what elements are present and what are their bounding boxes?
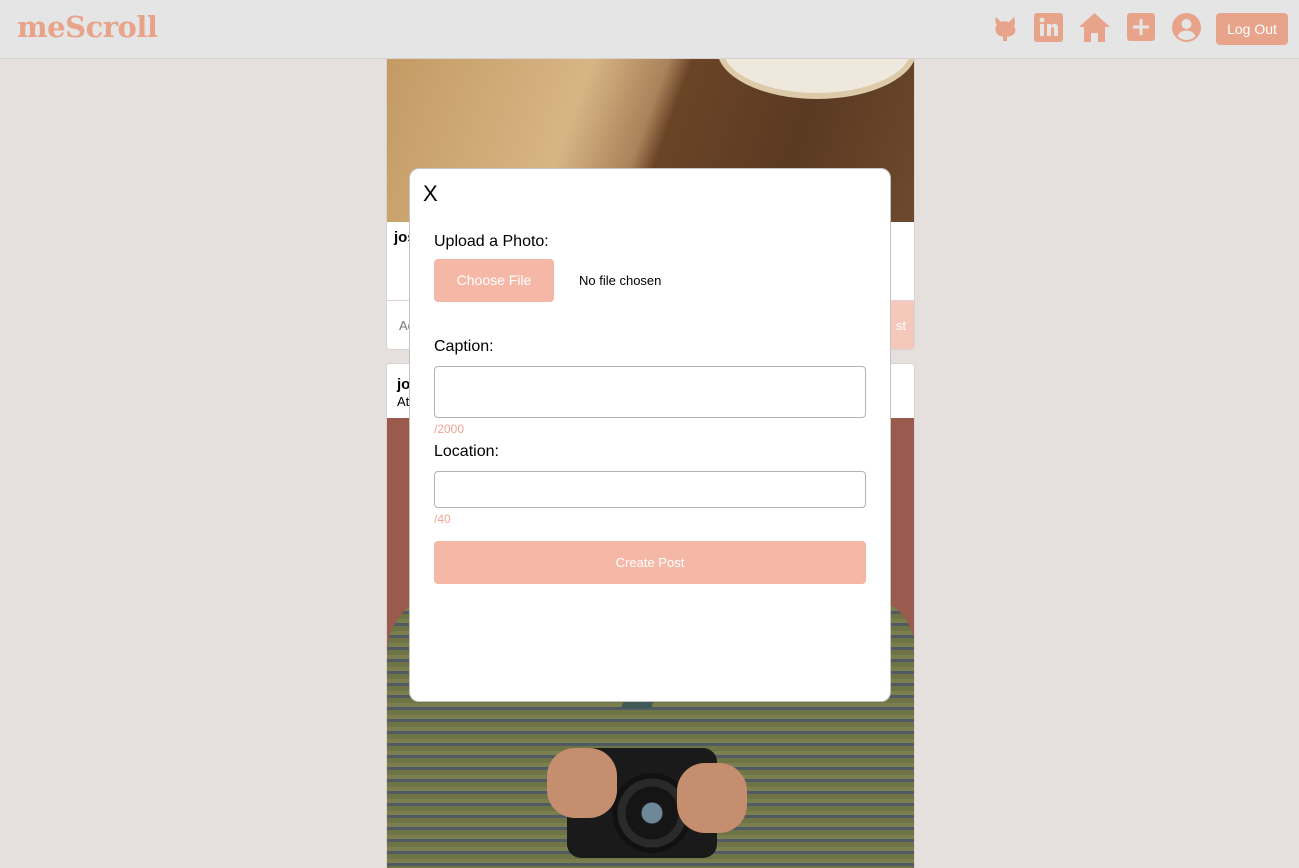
photo-hand-right: [677, 763, 747, 833]
location-char-counter: /40: [434, 512, 451, 526]
app-logo[interactable]: meScroll: [17, 10, 158, 44]
caption-char-counter: /2000: [434, 422, 465, 436]
create-post-modal: X Upload a Photo: Choose File No file ch…: [409, 168, 891, 702]
linkedin-icon[interactable]: [1034, 13, 1063, 42]
upload-photo-label: Upload a Photo:: [434, 233, 549, 250]
create-post-button[interactable]: Create Post: [434, 541, 866, 584]
location-input[interactable]: [434, 471, 866, 508]
top-navbar: meScroll Log Out: [0, 0, 1299, 59]
github-icon[interactable]: [992, 14, 1018, 42]
location-label: Location:: [434, 443, 499, 460]
add-post-icon[interactable]: [1127, 13, 1155, 41]
caption-input[interactable]: [434, 366, 866, 418]
choose-file-button[interactable]: Choose File: [434, 259, 554, 302]
caption-label: Caption:: [434, 338, 494, 355]
post-location: At: [397, 394, 410, 409]
plate-shape: [717, 59, 914, 99]
close-modal-button[interactable]: X: [423, 181, 438, 207]
home-icon[interactable]: [1078, 12, 1111, 43]
logout-button[interactable]: Log Out: [1216, 13, 1288, 45]
photo-hand-left: [547, 748, 617, 818]
file-status-text: No file chosen: [579, 273, 662, 288]
profile-icon[interactable]: [1172, 13, 1201, 42]
